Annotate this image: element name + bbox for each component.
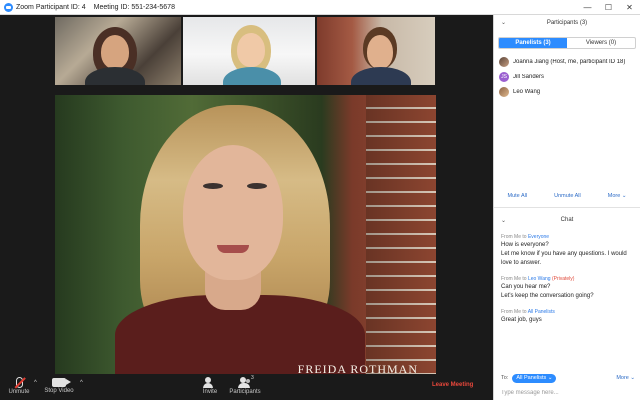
chat-message-meta: From Me to All Panelists (501, 309, 555, 315)
chat-more-button[interactable]: More ⌄ (616, 375, 635, 381)
mute-all-button[interactable]: Mute All (508, 193, 528, 199)
participants-header: Participants (3) (546, 20, 588, 26)
participant-row[interactable]: Joanna Jiang (Host, me, participant ID 1… (494, 54, 640, 69)
video-camera-icon (52, 378, 71, 387)
recipient-link[interactable]: Leo Wang (528, 276, 551, 282)
chat-message-text: How is everyone? Let me know if you have… (501, 242, 627, 266)
meeting-toolbar: Unmute ^ Stop Video ^ Invite 3 Participa… (0, 374, 493, 400)
avatar (499, 86, 509, 97)
recipient-link[interactable]: All Panelists (528, 309, 555, 315)
video-thumbnail-2[interactable] (183, 17, 315, 85)
chat-messages: From Me to Everyone How is everyone? Let… (501, 234, 635, 333)
chat-recipient-row: To: All Panelists ⌄ More ⌄ (501, 373, 635, 383)
tab-panelists[interactable]: Panelists (3) (499, 38, 567, 48)
participant-actions: Mute All Unmute All More ⌄ (494, 193, 640, 199)
chat-message: From Me to Leo Wang (Privately) Can you … (501, 276, 635, 301)
participants-more-button[interactable]: More ⌄ (608, 193, 627, 199)
side-panel: ⌄ Participants (3) Panelists (3) Viewers… (493, 15, 640, 400)
chat-message: From Me to All Panelists Great job, guys (501, 309, 635, 325)
participants-count-badge: 3 (251, 375, 254, 381)
participants-tab-switcher: Panelists (3) Viewers (0) (498, 37, 636, 49)
participants-icon (238, 377, 252, 388)
avatar: JS (499, 71, 509, 82)
invite-button[interactable]: Invite (197, 375, 223, 399)
unmute-all-button[interactable]: Unmute All (554, 193, 581, 199)
brick-wall-background (366, 95, 436, 387)
panel-divider (494, 207, 640, 208)
chat-header: Chat (560, 217, 574, 223)
active-speaker-video[interactable]: FREIDA ROTHMAN (55, 95, 436, 387)
participant-row[interactable]: JS Jill Sanders (494, 69, 640, 84)
participants-label: Participants (229, 389, 261, 395)
close-button[interactable]: ✕ (619, 0, 640, 15)
participant-name: Joanna Jiang (Host, me, participant ID 1… (513, 58, 626, 65)
video-area: FREIDA ROTHMAN (0, 15, 493, 387)
chat-message-text: Great job, guys (501, 317, 542, 323)
stop-video-button[interactable]: Stop Video (42, 375, 76, 399)
recipient-dropdown[interactable]: All Panelists ⌄ (512, 373, 557, 383)
unmute-button[interactable]: Unmute (6, 375, 32, 399)
participant-row[interactable]: Leo Wang (494, 84, 640, 99)
video-thumbnail-3[interactable] (317, 17, 435, 85)
chat-message-meta: From Me to Leo Wang (Privately) (501, 276, 575, 282)
tab-viewers[interactable]: Viewers (0) (567, 38, 635, 48)
unmute-label: Unmute (8, 389, 30, 395)
invite-person-icon (203, 377, 216, 388)
avatar (499, 56, 509, 67)
meeting-id-text: Meeting ID: 551-234-5678 (93, 3, 175, 11)
participant-name: Jill Sanders (513, 73, 545, 80)
leave-meeting-button[interactable]: Leave Meeting (432, 382, 473, 388)
private-tag: (Privately) (550, 276, 575, 282)
video-options-caret-icon[interactable]: ^ (80, 380, 83, 386)
audio-options-caret-icon[interactable]: ^ (34, 380, 37, 386)
zoom-logo-icon (4, 2, 13, 12)
minimize-button[interactable]: — (577, 0, 598, 15)
muted-microphone-icon (15, 377, 23, 388)
title-bar: Zoom Participant ID: 4 Meeting ID: 551-2… (0, 0, 640, 15)
participant-name: Leo Wang (513, 88, 541, 95)
chat-message-input[interactable] (501, 388, 635, 398)
chat-message-text: Can you hear me? Let's keep the conversa… (501, 284, 594, 299)
chat-message-meta: From Me to Everyone (501, 234, 550, 240)
stop-video-label: Stop Video (44, 388, 74, 394)
window-controls: — ☐ ✕ (577, 0, 640, 15)
video-thumbnail-1[interactable] (55, 17, 181, 85)
participant-list: Joanna Jiang (Host, me, participant ID 1… (494, 54, 640, 99)
chat-message: From Me to Everyone How is everyone? Let… (501, 234, 635, 268)
recipient-link[interactable]: Everyone (528, 234, 549, 240)
invite-label: Invite (202, 389, 218, 395)
participant-id-text: Zoom Participant ID: 4 (16, 3, 86, 11)
to-label: To: (501, 375, 509, 381)
participants-button[interactable]: 3 Participants (226, 375, 264, 399)
maximize-button[interactable]: ☐ (598, 0, 619, 15)
